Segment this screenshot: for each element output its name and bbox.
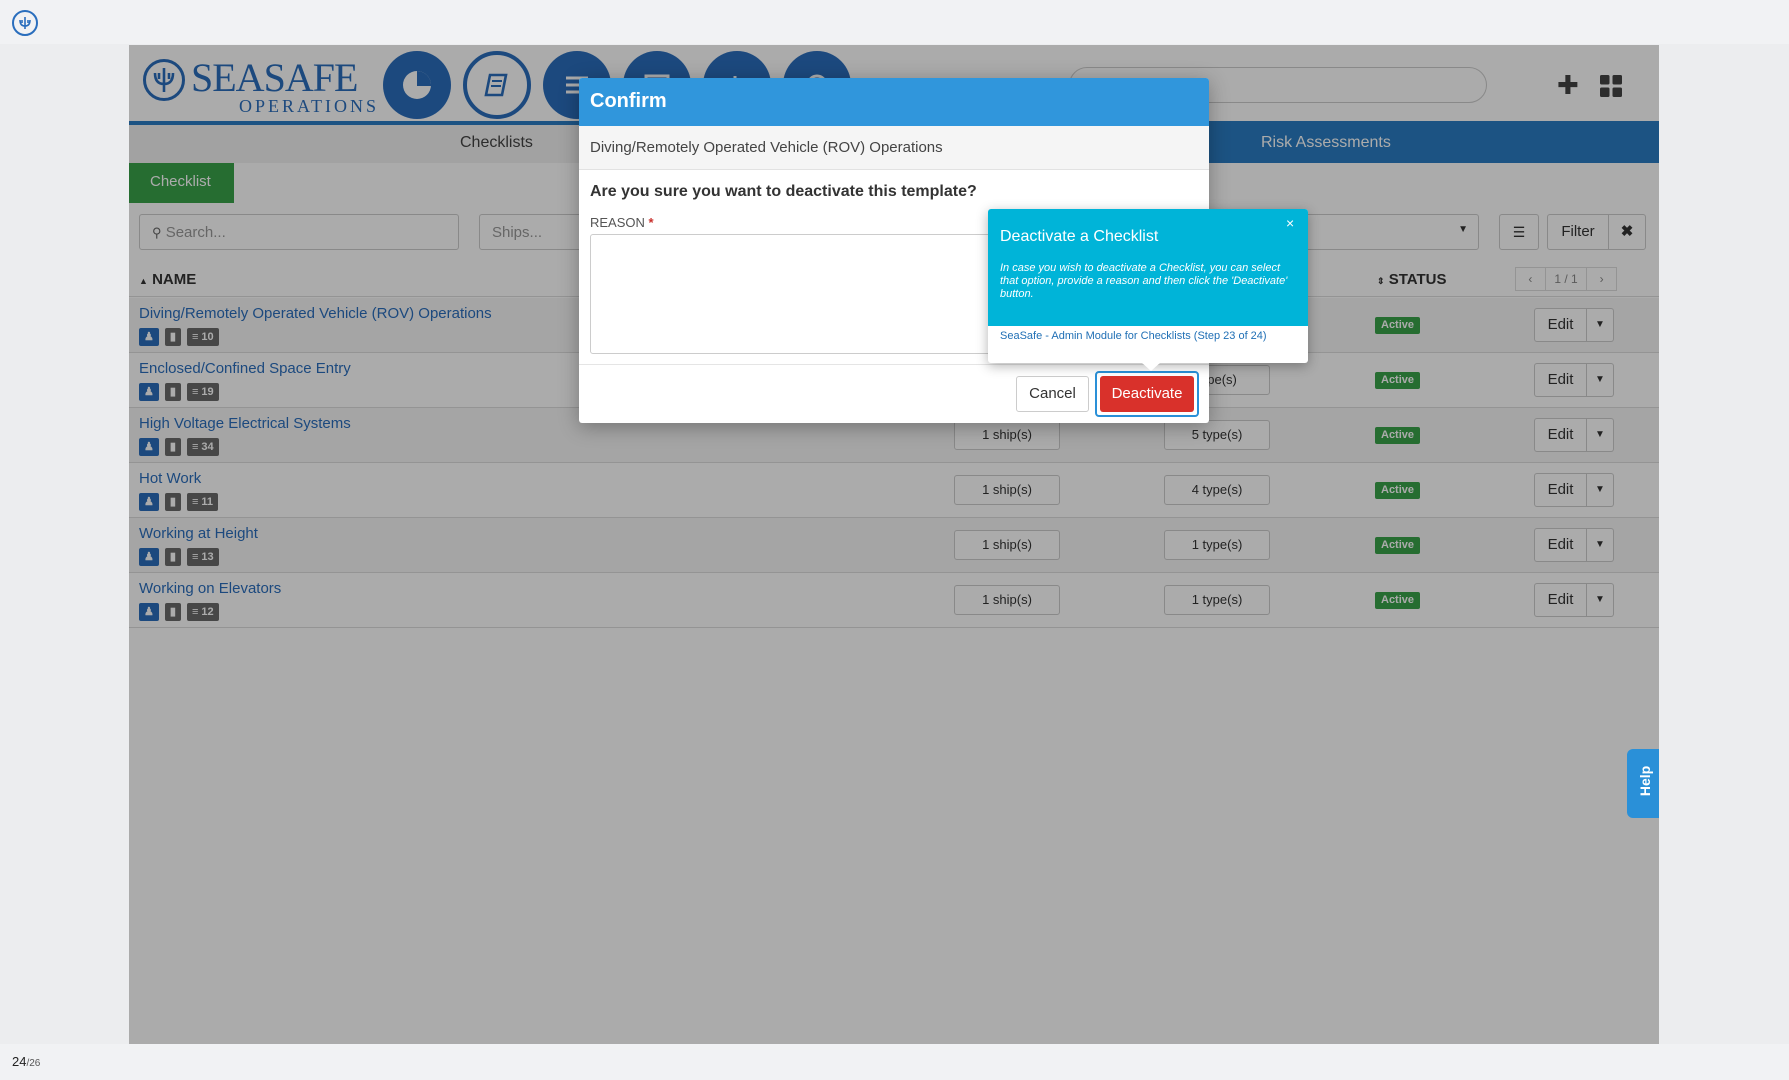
cancel-button[interactable]: Cancel (1016, 376, 1089, 412)
tour-title: Deactivate a Checklist (1000, 228, 1159, 245)
help-tab-label: Help (1637, 765, 1654, 797)
tour-step-footer: SeaSafe - Admin Module for Checklists (S… (1000, 330, 1267, 342)
modal-divider (579, 364, 1209, 365)
viewer-bottom-bar: 24/26 (0, 1044, 1789, 1080)
deactivate-button[interactable]: Deactivate (1100, 376, 1194, 412)
tour-tooltip-body: × Deactivate a Checklist In case you wis… (988, 209, 1308, 326)
page-total: /26 (26, 1058, 41, 1069)
seasafe-logo-icon (12, 10, 38, 36)
required-marker: * (648, 215, 654, 230)
tour-tooltip: × Deactivate a Checklist In case you wis… (988, 209, 1308, 371)
reason-label-text: REASON (590, 215, 645, 230)
modal-subtitle-bar: Diving/Remotely Operated Vehicle (ROV) O… (579, 126, 1209, 170)
modal-question: Are you sure you want to deactivate this… (590, 183, 977, 200)
reason-label: REASON * (590, 215, 654, 230)
modal-title: Confirm (590, 90, 667, 112)
page-counter: 24/26 (12, 1054, 40, 1069)
tour-description: In case you wish to deactivate a Checkli… (1000, 262, 1288, 300)
page-current: 24 (12, 1054, 27, 1069)
viewer-top-bar (0, 0, 1789, 44)
tour-pointer-arrow (1141, 362, 1161, 371)
tour-close-icon[interactable]: × (1286, 215, 1294, 231)
help-tab-button[interactable]: Help (1627, 749, 1659, 818)
modal-header: Confirm (579, 78, 1209, 126)
modal-subtitle: Diving/Remotely Operated Vehicle (ROV) O… (590, 139, 943, 156)
